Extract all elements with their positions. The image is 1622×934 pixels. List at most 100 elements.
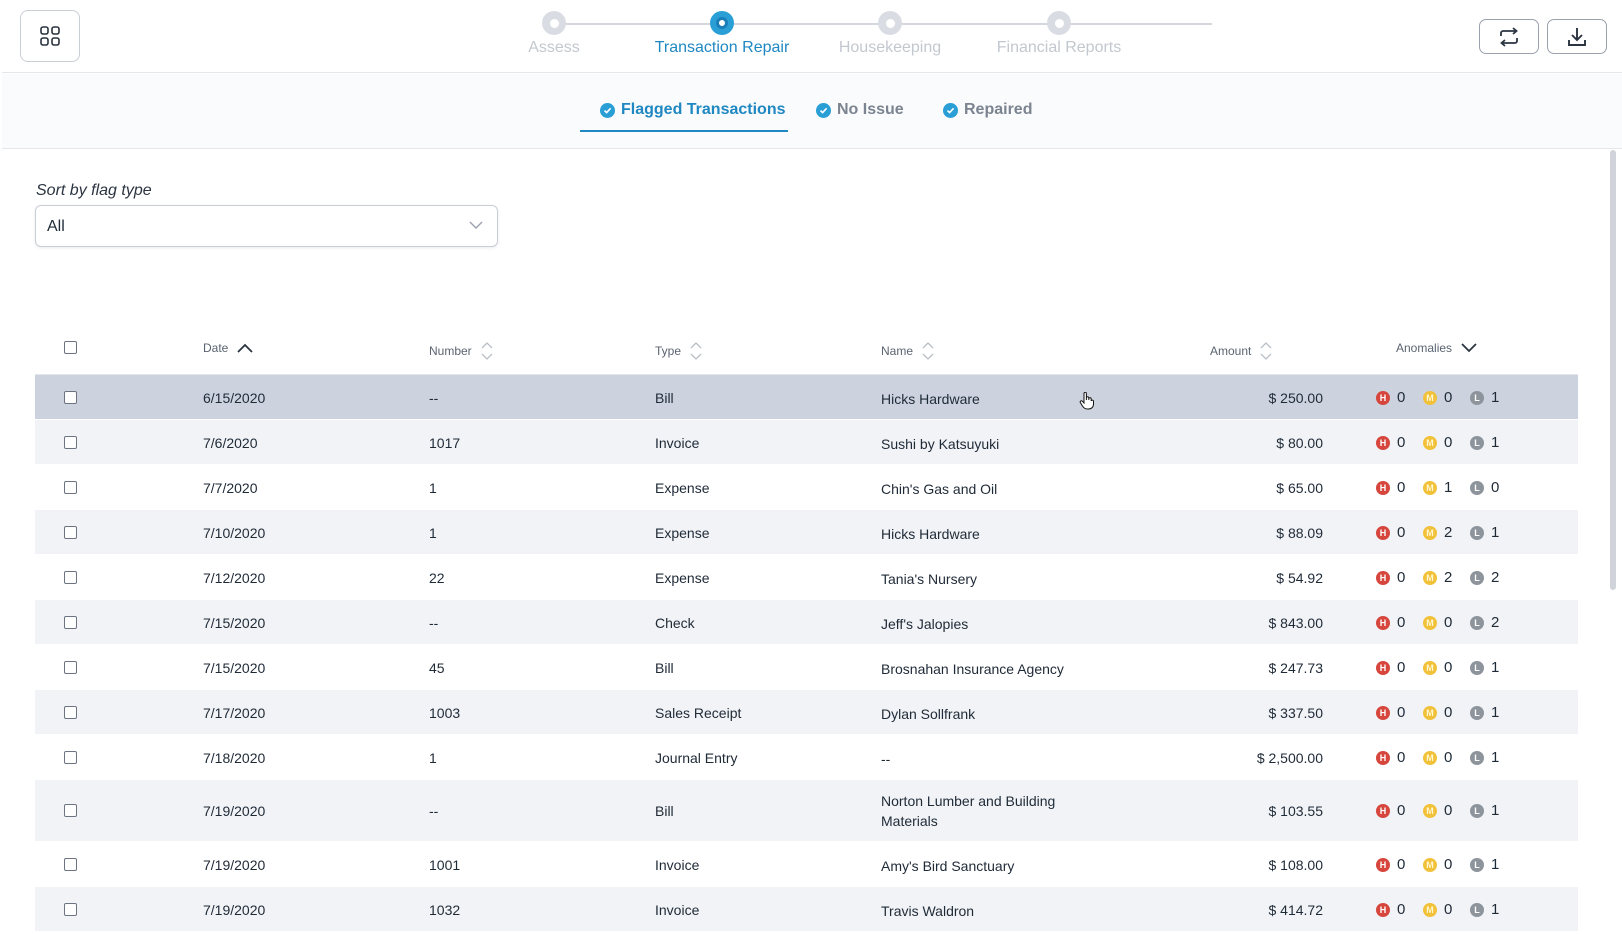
column-header-anomalies[interactable]: Anomalies [1396, 341, 1478, 355]
cell-amount: $ 337.50 [1268, 705, 1324, 721]
cell-number: 1 [429, 480, 437, 496]
column-header-date[interactable]: Date [203, 341, 254, 355]
column-header-name[interactable]: Name [881, 341, 935, 361]
high-anomaly-count: 0 [1397, 614, 1406, 631]
row-checkbox[interactable] [64, 571, 77, 584]
column-header-amount[interactable]: Amount [1210, 341, 1273, 361]
column-header-number[interactable]: Number [429, 341, 494, 361]
column-label: Name [881, 344, 914, 358]
low-anomaly-count: 1 [1491, 856, 1500, 873]
low-anomaly-count: 2 [1491, 614, 1500, 631]
medium-anomaly-count: 2 [1444, 524, 1453, 541]
transactions-table: Date Number Type Name Amount Anomalies 6… [35, 323, 1578, 932]
select-all-checkbox[interactable] [64, 341, 77, 354]
table-row[interactable]: 6/15/2020 -- Bill Hicks Hardware $ 250.00 H 0 M… [35, 375, 1578, 420]
cell-amount: $ 80.00 [1276, 435, 1323, 451]
low-severity-badge-icon: L [1470, 902, 1484, 917]
high-severity-badge-icon: H [1376, 750, 1390, 765]
high-severity-badge-icon: H [1376, 705, 1390, 720]
high-anomaly-count: 0 [1397, 524, 1406, 541]
cell-date: 7/18/2020 [203, 750, 266, 766]
cell-date: 7/12/2020 [203, 570, 266, 586]
table-body: 6/15/2020 -- Bill Hicks Hardware $ 250.00 H 0 M… [35, 375, 1578, 932]
row-checkbox[interactable] [64, 526, 77, 539]
tab-repaired[interactable]: Repaired [943, 101, 1032, 141]
row-checkbox[interactable] [64, 804, 77, 817]
row-checkbox[interactable] [64, 616, 77, 629]
refresh-button[interactable] [1479, 19, 1539, 54]
chevron-down-icon [1461, 343, 1477, 353]
cell-amount: $ 65.00 [1276, 480, 1323, 496]
table-row[interactable]: 7/17/2020 1003 Sales Receipt Dylan Sollfran… [35, 690, 1578, 735]
table-row[interactable]: 7/19/2020 1032 Invoice Travis Waldron $ 414.… [35, 887, 1578, 932]
cell-number: 45 [429, 660, 445, 676]
tab-flagged-transactions[interactable]: Flagged Transactions [600, 101, 785, 141]
cell-name: Sushi by Katsuyuki [881, 436, 1000, 452]
cell-date: 7/19/2020 [203, 902, 266, 918]
anomaly-counts: H0M0L1 [1376, 389, 1517, 406]
medium-severity-badge-icon: M [1423, 615, 1437, 630]
anomaly-counts: H0M0L1 [1376, 659, 1517, 676]
anomaly-counts: H0M0L1 [1376, 856, 1517, 873]
medium-severity-badge-icon: M [1423, 570, 1437, 585]
step-dot [710, 11, 734, 35]
medium-anomaly-count: 0 [1444, 389, 1453, 406]
cell-date: 7/19/2020 [203, 803, 266, 819]
sort-icon [481, 342, 493, 360]
row-checkbox[interactable] [64, 436, 77, 449]
cell-type: Bill [655, 660, 674, 676]
table-row[interactable]: 7/10/2020 1 Expense Hicks Hardware $ 88.09 H 0… [35, 510, 1578, 555]
medium-severity-badge-icon: M [1423, 480, 1437, 495]
high-anomaly-count: 0 [1397, 434, 1406, 451]
high-severity-badge-icon: H [1376, 857, 1390, 872]
cell-amount: $ 103.55 [1268, 803, 1324, 819]
medium-anomaly-count: 0 [1444, 901, 1453, 918]
tab-no-issue[interactable]: No Issue [816, 101, 904, 141]
medium-severity-badge-icon: M [1423, 705, 1437, 720]
tab-label: Repaired [964, 101, 1033, 118]
vertical-scrollbar[interactable] [1610, 150, 1616, 590]
table-row[interactable]: 7/18/2020 1 Journal Entry -- $ 2,500.00 H 0 M 0 L… [35, 735, 1578, 780]
row-checkbox[interactable] [64, 481, 77, 494]
row-checkbox[interactable] [64, 858, 77, 871]
sort-icon [690, 342, 702, 360]
table-row[interactable]: 7/19/2020 1001 Invoice Amy's Bird Sanctuary… [35, 842, 1578, 887]
cell-number: 1 [429, 750, 437, 766]
table-row[interactable]: 7/15/2020 -- Check Jeff's Jalopies $ 843.00 H… [35, 600, 1578, 645]
low-anomaly-count: 1 [1491, 749, 1500, 766]
step-dot [878, 11, 902, 35]
row-checkbox[interactable] [64, 751, 77, 764]
cell-number: -- [429, 615, 439, 631]
table-row[interactable]: 7/12/2020 22 Expense Tania's Nursery $ 54.92… [35, 555, 1578, 600]
low-severity-badge-icon: L [1470, 857, 1484, 872]
table-row[interactable]: 7/15/2020 45 Bill Brosnahan Insurance Agenc… [35, 645, 1578, 690]
step-financial-reports[interactable]: Financial Reports [959, 11, 1159, 57]
low-severity-badge-icon: L [1470, 480, 1484, 495]
flag-type-select[interactable]: All [35, 205, 498, 247]
column-header-type[interactable]: Type [655, 341, 703, 361]
cell-type: Invoice [655, 857, 700, 873]
row-checkbox[interactable] [64, 706, 77, 719]
refresh-icon [1500, 26, 1518, 47]
medium-anomaly-count: 1 [1444, 479, 1453, 496]
row-checkbox[interactable] [64, 391, 77, 404]
medium-severity-badge-icon: M [1423, 857, 1437, 872]
high-severity-badge-icon: H [1376, 615, 1390, 630]
row-checkbox[interactable] [64, 661, 77, 674]
low-anomaly-count: 1 [1491, 434, 1500, 451]
download-button[interactable] [1547, 19, 1607, 54]
row-checkbox[interactable] [64, 903, 77, 916]
high-anomaly-count: 0 [1397, 569, 1406, 586]
medium-anomaly-count: 0 [1444, 704, 1453, 721]
high-severity-badge-icon: H [1376, 480, 1390, 495]
table-row[interactable]: 7/6/2020 1017 Invoice Sushi by Katsuyuki $ 8… [35, 420, 1578, 465]
column-label: Date [203, 341, 229, 355]
high-severity-badge-icon: H [1376, 390, 1390, 405]
sort-icon [922, 342, 934, 360]
low-anomaly-count: 2 [1491, 569, 1500, 586]
low-severity-badge-icon: L [1470, 525, 1484, 540]
cell-name: Jeff's Jalopies [881, 616, 969, 632]
table-row[interactable]: 7/7/2020 1 Expense Chin's Gas and Oil $ 65.0… [35, 465, 1578, 510]
cell-name: Chin's Gas and Oil [881, 481, 998, 497]
table-row[interactable]: 7/19/2020 -- Bill Norton Lumber and Buildin… [35, 780, 1578, 842]
